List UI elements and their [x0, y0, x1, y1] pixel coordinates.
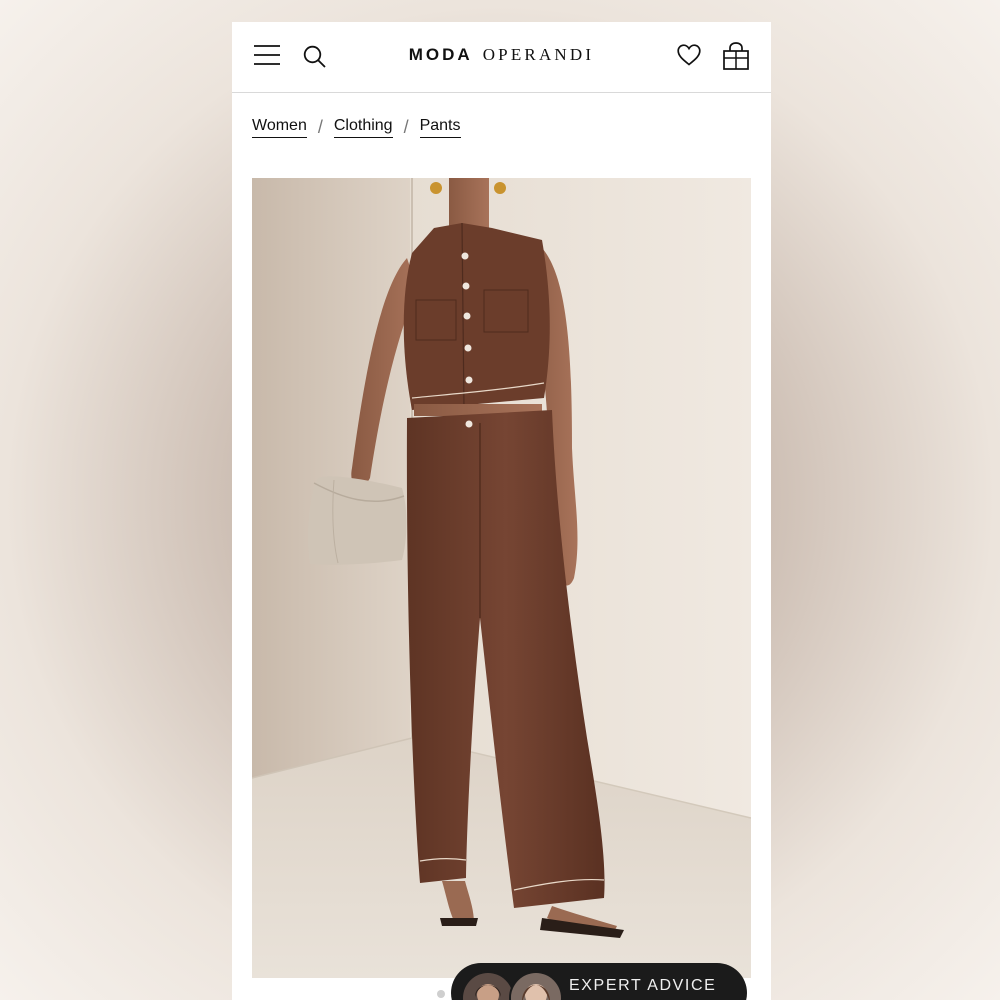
breadcrumb-clothing[interactable]: Clothing	[333, 117, 393, 138]
product-image[interactable]	[252, 178, 751, 978]
expert-avatar	[461, 971, 515, 1000]
mobile-page: MODA OPERANDI Women / Clothing / Pants E…	[232, 22, 771, 1000]
brand-logo-part1: MODA	[408, 45, 473, 64]
product-photo	[252, 178, 751, 978]
expert-advice-label: EXPERT ADVICE	[569, 977, 717, 994]
heart-icon[interactable]	[677, 44, 701, 66]
breadcrumb-women[interactable]: Women	[252, 117, 307, 138]
carousel-dots	[437, 990, 445, 998]
header-bar: MODA OPERANDI	[232, 22, 771, 93]
shopping-bag-icon[interactable]	[722, 42, 750, 70]
breadcrumb: Women / Clothing / Pants	[252, 115, 461, 139]
breadcrumb-separator: /	[403, 116, 409, 137]
brand-logo-part2: OPERANDI	[482, 45, 595, 64]
expert-advice-button[interactable]: EXPERT ADVICE	[451, 963, 747, 1000]
carousel-dot[interactable]	[437, 990, 445, 998]
expert-avatar	[509, 971, 563, 1000]
breadcrumb-pants[interactable]: Pants	[419, 117, 461, 138]
breadcrumb-separator: /	[317, 116, 323, 137]
